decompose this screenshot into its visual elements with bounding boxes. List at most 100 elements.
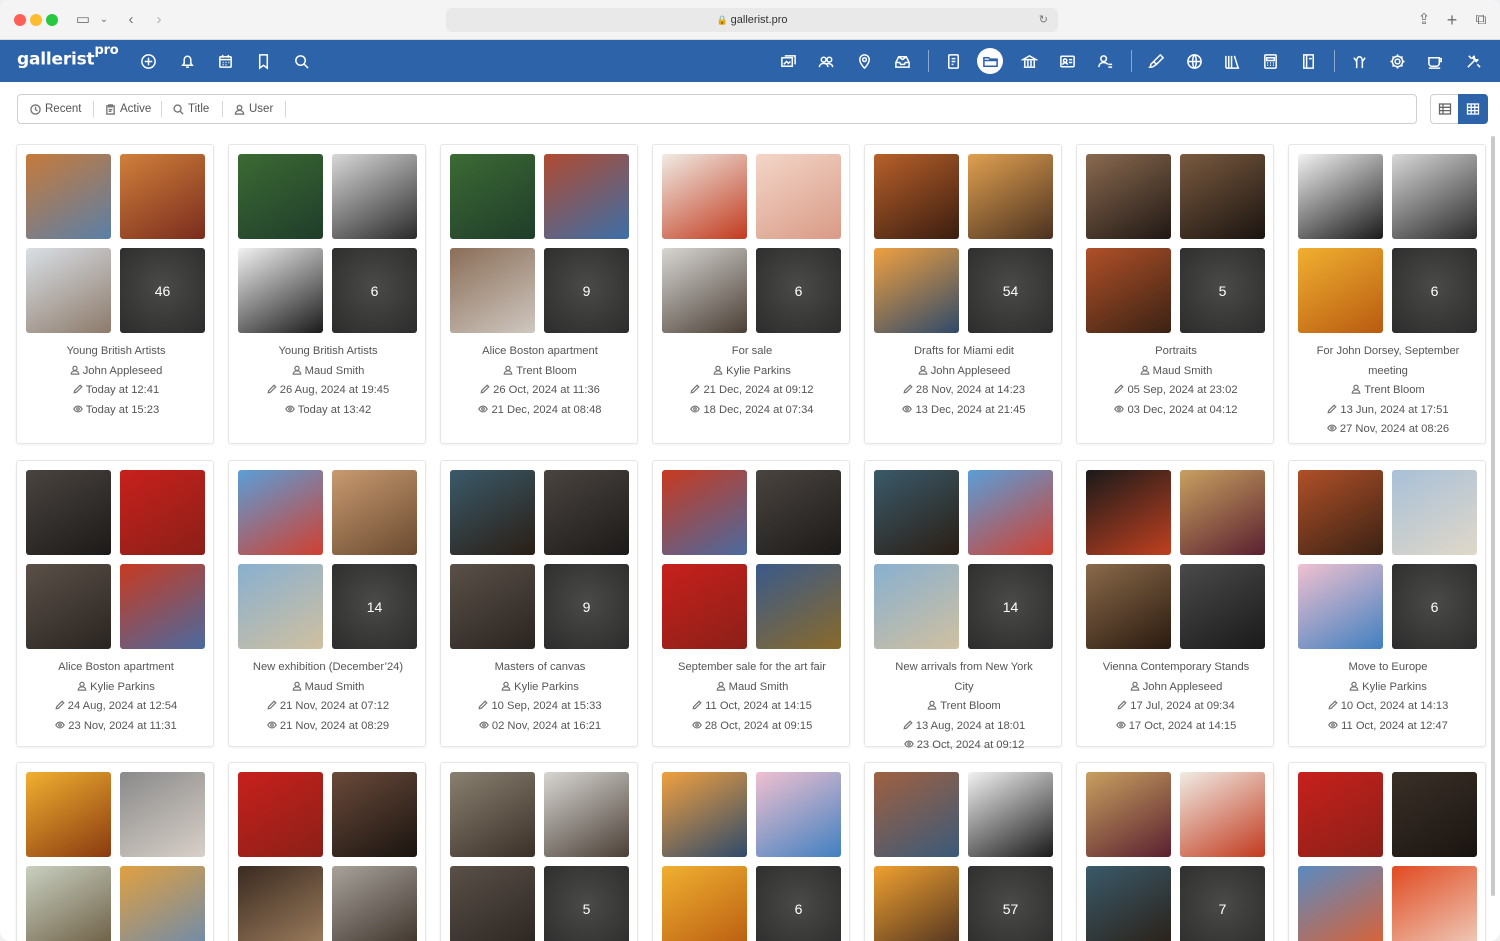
eye-icon	[1326, 424, 1337, 432]
artwork-thumbnail	[238, 154, 323, 239]
scrollbar[interactable]	[1491, 136, 1495, 896]
collection-card[interactable]: 7	[1076, 762, 1274, 941]
id-card-icon[interactable]	[1055, 49, 1079, 73]
library-icon[interactable]	[1220, 49, 1244, 73]
collection-card[interactable]: 5	[440, 762, 638, 941]
user-icon	[501, 681, 511, 691]
sidebar-toggle-icon[interactable]: ▭	[74, 10, 92, 30]
collection-title: September sale for the art fair	[653, 658, 851, 678]
collection-title-text: Portraits	[1155, 345, 1197, 357]
collection-title: Vienna Contemporary Stands	[1077, 658, 1275, 678]
collection-card[interactable]: Vienna Contemporary Stands John Appleseed…	[1076, 460, 1274, 747]
more-count-tile: 6	[756, 248, 841, 333]
bell-icon[interactable]	[175, 49, 199, 73]
collection-title-text: Alice Boston apartment	[482, 345, 598, 357]
tools-icon[interactable]	[1461, 49, 1485, 73]
gear-icon[interactable]	[1385, 49, 1409, 73]
tabs-overview-icon[interactable]: ⧉	[1472, 10, 1490, 30]
collection-edited-text: 21 Dec, 2024 at 09:12	[703, 384, 814, 396]
collection-viewed: 21 Dec, 2024 at 08:48	[441, 401, 639, 421]
more-count: 6	[794, 900, 803, 917]
more-count: 54	[1002, 282, 1019, 299]
hands-icon[interactable]	[1347, 49, 1371, 73]
chevron-down-icon[interactable]: ⌄	[97, 10, 111, 30]
minimize-window-button[interactable]	[30, 14, 42, 26]
more-count: 14	[366, 598, 383, 615]
collection-card[interactable]: 6 Move to Europe Kylie Parkins 10 Oct, 2024…	[1288, 460, 1486, 747]
zoom-window-button[interactable]	[46, 14, 58, 26]
collection-edited: 11 Oct, 2024 at 14:15	[653, 697, 851, 717]
collection-card[interactable]: 14 New exhibition (December’24) Maud Smith…	[228, 460, 426, 747]
documents-icon[interactable]	[941, 49, 965, 73]
search-icon	[173, 103, 184, 115]
add-icon[interactable]	[136, 49, 160, 73]
collection-card[interactable]: 9 Alice Boston apartment Trent Bloom 26 Oct…	[440, 144, 638, 444]
inbox-icon[interactable]	[890, 49, 914, 73]
more-count-tile: 9	[544, 248, 629, 333]
bookmark-icon[interactable]	[251, 49, 275, 73]
collection-viewed-text: 27 Nov, 2024 at 08:26	[1339, 423, 1450, 435]
artwork-thumbnail	[238, 772, 323, 857]
brush-icon[interactable]	[1144, 49, 1168, 73]
collection-edited-text: 11 Oct, 2024 at 14:15	[705, 700, 812, 712]
artworks-icon[interactable]	[776, 49, 800, 73]
filter-recent[interactable]: Recent	[30, 95, 81, 123]
contacts-icon[interactable]	[814, 49, 838, 73]
collection-card[interactable]: 54 Drafts for Miami edit John Appleseed 28 …	[864, 144, 1062, 444]
collection-card[interactable]: 5 Portraits Maud Smith 05 Sep, 2024 at 23:0…	[1076, 144, 1274, 444]
collection-user-text: Maud Smith	[728, 680, 789, 693]
filter-user[interactable]: User	[234, 95, 273, 123]
collection-meta: New arrivals from New York City Trent Blo…	[865, 658, 1063, 756]
institutions-icon[interactable]	[1017, 49, 1041, 73]
collection-card[interactable]: 46 Young British Artists John Appleseed Tod…	[16, 144, 214, 444]
close-window-button[interactable]	[14, 14, 26, 26]
collection-card[interactable]: 6 Young British Artists Maud Smith 26 Aug, …	[228, 144, 426, 444]
collection-title: New exhibition (December’24)	[229, 658, 427, 678]
user-icon	[1140, 365, 1150, 375]
collection-card[interactable]: 6	[652, 762, 850, 941]
filter-title[interactable]: Title	[173, 95, 209, 123]
filter-active[interactable]: Active	[105, 95, 151, 123]
back-icon[interactable]: ‹	[122, 10, 140, 30]
collection-card[interactable]: September sale for the art fair Maud Smit…	[652, 460, 850, 747]
globe-icon[interactable]	[1182, 49, 1206, 73]
grid-view-button[interactable]	[1458, 94, 1488, 124]
collection-card[interactable]	[16, 762, 214, 941]
collection-card[interactable]	[1288, 762, 1486, 941]
collection-title-text: Drafts for Miami edit	[913, 345, 1015, 357]
reload-icon[interactable]: ↻	[1039, 8, 1048, 32]
collection-card[interactable]: 6 For sale Kylie Parkins 21 Dec, 2024 at 09…	[652, 144, 850, 444]
collection-card[interactable]: 6 For John Dorsey, September meeting Trent…	[1288, 144, 1486, 444]
collection-edited-text: 26 Aug, 2024 at 19:45	[279, 384, 390, 396]
folder-icon[interactable]	[977, 48, 1003, 74]
collection-card[interactable]: 57	[864, 762, 1062, 941]
coffee-icon[interactable]	[1423, 49, 1447, 73]
eye-icon	[55, 720, 66, 729]
collection-viewed-text: 02 Nov, 2024 at 16:21	[491, 719, 602, 732]
eye-icon	[903, 740, 914, 748]
more-count-tile: 6	[1392, 564, 1477, 649]
address-bar[interactable]: 🔒 gallerist.pro ↻	[446, 8, 1058, 32]
locations-icon[interactable]	[852, 49, 876, 73]
book-icon[interactable]	[1296, 49, 1320, 73]
pencil-icon	[478, 700, 489, 710]
collection-card[interactable]	[228, 762, 426, 941]
collection-title-text: Masters of canvas	[494, 661, 586, 673]
collection-card[interactable]: Alice Boston apartment Kylie Parkins 24 Au…	[16, 460, 214, 747]
search-icon[interactable]	[289, 49, 313, 73]
more-count: 5	[1218, 282, 1227, 299]
collection-title: New arrivals from New York City	[865, 658, 1063, 697]
calculator-icon[interactable]	[1258, 49, 1282, 73]
collection-card[interactable]: 9 Masters of canvas Kylie Parkins 10 Sep, 2…	[440, 460, 638, 747]
user-settings-icon[interactable]	[1093, 49, 1117, 73]
collection-card[interactable]: 14 New arrivals from New York City Trent B…	[864, 460, 1062, 751]
forward-icon[interactable]: ›	[150, 10, 168, 30]
collection-user-text: Kylie Parkins	[514, 680, 579, 693]
new-tab-icon[interactable]: +	[1443, 10, 1461, 30]
collection-edited-text: 10 Sep, 2024 at 15:33	[491, 700, 602, 712]
calendar-icon[interactable]	[213, 49, 237, 73]
app-logo[interactable]: galleristpro	[17, 43, 119, 70]
pencil-icon	[692, 700, 702, 710]
list-view-button[interactable]	[1430, 94, 1460, 124]
share-icon[interactable]: ⇪	[1415, 10, 1433, 30]
